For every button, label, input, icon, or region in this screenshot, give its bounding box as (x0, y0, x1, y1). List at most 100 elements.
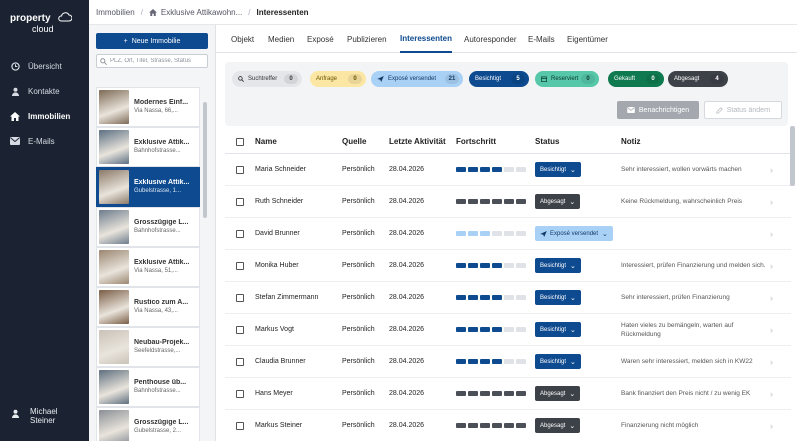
chevron-right-icon[interactable]: › (770, 378, 773, 409)
chevron-right-icon[interactable]: › (770, 154, 773, 185)
table-row[interactable]: Monika Huber Persönlich 28.04.2026 Besichti… (225, 250, 791, 282)
column-name[interactable]: Name (255, 130, 277, 153)
breadcrumb-property[interactable]: Exklusive Attikawohn... (161, 8, 242, 17)
table-row[interactable]: Markus Vogt Persönlich 28.04.2026 Besichtig… (225, 314, 791, 346)
table-row[interactable]: Hans Meyer Persönlich 28.04.2026 Abgesagt ⌄ B… (225, 378, 791, 410)
status-dropdown[interactable]: Besichtigt ⌄ (535, 346, 581, 377)
chevron-right-icon[interactable]: › (770, 282, 773, 313)
table-row[interactable]: Maria Schneider Persönlich 28.04.2026 Besic… (225, 154, 791, 186)
prospect-name[interactable]: Claudia Brunner (255, 346, 306, 377)
property-thumbnail (99, 290, 129, 324)
property-cloud-logo[interactable]: property cloud (10, 12, 72, 34)
nav-item-emails[interactable]: E-Mails (8, 133, 88, 149)
user-profile[interactable]: Michael Steiner (8, 407, 58, 425)
row-checkbox[interactable] (236, 250, 244, 281)
property-card[interactable]: Exklusive Attik... Bahnhofstrasse... (96, 127, 200, 167)
column-progress[interactable]: Fortschritt (456, 130, 496, 153)
prospect-name[interactable]: Ruth Schneider (255, 186, 303, 217)
notify-button[interactable]: Benachrichtigen (617, 101, 699, 119)
filter-pill-abgesagt[interactable]: Abgesagt 4 (668, 71, 728, 87)
row-checkbox[interactable] (236, 154, 244, 185)
chevron-right-icon[interactable]: › (770, 410, 773, 441)
filter-pill-anfrage[interactable]: Anfrage 0 (310, 71, 366, 87)
tab-expose[interactable]: Exposé (307, 25, 334, 53)
last-activity: 28.04.2026 (389, 326, 425, 333)
breadcrumb-root[interactable]: Immobilien (96, 8, 135, 17)
select-all-checkbox[interactable] (236, 130, 244, 153)
prospect-name[interactable]: Stefan Zimmermann (255, 282, 318, 313)
table-row[interactable]: Stefan Zimmermann Persönlich 28.04.2026 Bes… (225, 282, 791, 314)
table-scrollbar[interactable] (790, 126, 795, 186)
property-search-input[interactable]: PLZ, Ort, Titel, Strasse, Status (96, 54, 208, 68)
chevron-right-icon[interactable]: › (770, 250, 773, 281)
property-list-scrollbar[interactable] (203, 102, 207, 218)
status-dropdown[interactable]: Abgesagt ⌄ (535, 378, 581, 409)
property-card[interactable]: Rustico zum A... Via Nassa, 43,... (96, 287, 200, 327)
row-checkbox[interactable] (236, 282, 244, 313)
property-card[interactable]: Grosszügige L... Gubelstrasse, 2... (96, 407, 200, 441)
tab-publizieren[interactable]: Publizieren (347, 25, 387, 53)
chevron-right-icon[interactable]: › (770, 218, 773, 249)
tab-interessenten[interactable]: Interessenten (400, 25, 453, 53)
row-checkbox[interactable] (236, 218, 244, 249)
column-activity[interactable]: Letzte Aktivität (389, 130, 446, 153)
tab-emails[interactable]: E-Mails (528, 25, 555, 53)
prospect-name[interactable]: Markus Steiner (255, 410, 302, 441)
status-dropdown[interactable]: Besichtigt ⌄ (535, 250, 581, 281)
table-row[interactable]: Markus Steiner Persönlich 28.04.2026 Abgesa… (225, 410, 791, 441)
prospect-name[interactable]: Monika Huber (255, 250, 299, 281)
progress-segment (468, 231, 478, 236)
property-card[interactable]: Modernes Einf... Via Nassa, 66,... (96, 87, 200, 127)
status-dropdown[interactable]: Abgesagt ⌄ (535, 410, 581, 441)
filter-pill-expos-versendet[interactable]: Exposé versendet 21 (371, 71, 463, 87)
table-row[interactable]: David Brunner Persönlich 28.04.2026 Exposé … (225, 218, 791, 250)
progress-segment (516, 391, 526, 396)
nav-item-uebersicht[interactable]: Übersicht (8, 58, 88, 74)
prospect-name[interactable]: David Brunner (255, 218, 300, 249)
progress-segment (492, 359, 502, 364)
status-dropdown[interactable]: Abgesagt ⌄ (535, 186, 581, 217)
chevron-right-icon[interactable]: › (770, 314, 773, 345)
row-checkbox[interactable] (236, 186, 244, 217)
change-status-button[interactable]: Status ändern (704, 101, 782, 119)
property-card[interactable]: Neubau-Projek... Seefeldstrasse,... (96, 327, 200, 367)
nav-item-immobilien[interactable]: Immobilien (8, 108, 88, 124)
prospect-name[interactable]: Markus Vogt (255, 314, 294, 345)
row-checkbox[interactable] (236, 314, 244, 345)
property-thumbnail (99, 410, 129, 441)
tab-eigentuemer[interactable]: Eigentümer (567, 25, 608, 53)
row-checkbox[interactable] (236, 378, 244, 409)
filter-pill-gekauft[interactable]: Gekauft 0 (608, 71, 664, 87)
tab-autoresponder[interactable]: Autoresponder (464, 25, 516, 53)
filter-pill-reserviert[interactable]: Reserviert 0 (535, 71, 599, 87)
status-dropdown[interactable]: Exposé versendet ⌄ (535, 218, 613, 249)
table-row[interactable]: Claudia Brunner Persönlich 28.04.2026 Besic… (225, 346, 791, 378)
property-card[interactable]: Exklusive Attik... Gubelstrasse, 1... (96, 167, 200, 207)
filter-pill-besichtigt[interactable]: Besichtigt 5 (469, 71, 529, 87)
progress-segment (504, 231, 514, 236)
tab-objekt[interactable]: Objekt (231, 25, 254, 53)
table-row[interactable]: Ruth Schneider Persönlich 28.04.2026 Abgesa… (225, 186, 791, 218)
property-card[interactable]: Exklusive Attik... Via Nassa, 51,... (96, 247, 200, 287)
chevron-down-icon: ⌄ (570, 294, 576, 302)
chevron-right-icon[interactable]: › (770, 186, 773, 217)
property-card[interactable]: Penthouse üb... Bahnhofstrasse... (96, 367, 200, 407)
row-checkbox[interactable] (236, 410, 244, 441)
prospect-name[interactable]: Hans Meyer (255, 378, 293, 409)
column-status[interactable]: Status (535, 130, 559, 153)
filter-pill-suchtreffer[interactable]: Suchtreffer 0 (232, 71, 302, 87)
property-list-panel: + Neue Immobilie PLZ, Ort, Titel, Strasse… (89, 25, 216, 441)
status-dropdown[interactable]: Besichtigt ⌄ (535, 154, 581, 185)
status-dropdown[interactable]: Besichtigt ⌄ (535, 282, 581, 313)
column-note[interactable]: Notiz (621, 130, 641, 153)
column-source[interactable]: Quelle (342, 130, 366, 153)
tab-medien[interactable]: Medien (268, 25, 294, 53)
prospect-name[interactable]: Maria Schneider (255, 154, 306, 185)
property-card[interactable]: Grosszügige L... Bahnhofstrasse... (96, 207, 200, 247)
nav-item-kontakte[interactable]: Kontakte (8, 83, 88, 99)
progress-segment (456, 263, 466, 268)
row-checkbox[interactable] (236, 346, 244, 377)
chevron-right-icon[interactable]: › (770, 346, 773, 377)
new-property-button[interactable]: + Neue Immobilie (96, 33, 208, 49)
status-dropdown[interactable]: Besichtigt ⌄ (535, 314, 581, 345)
